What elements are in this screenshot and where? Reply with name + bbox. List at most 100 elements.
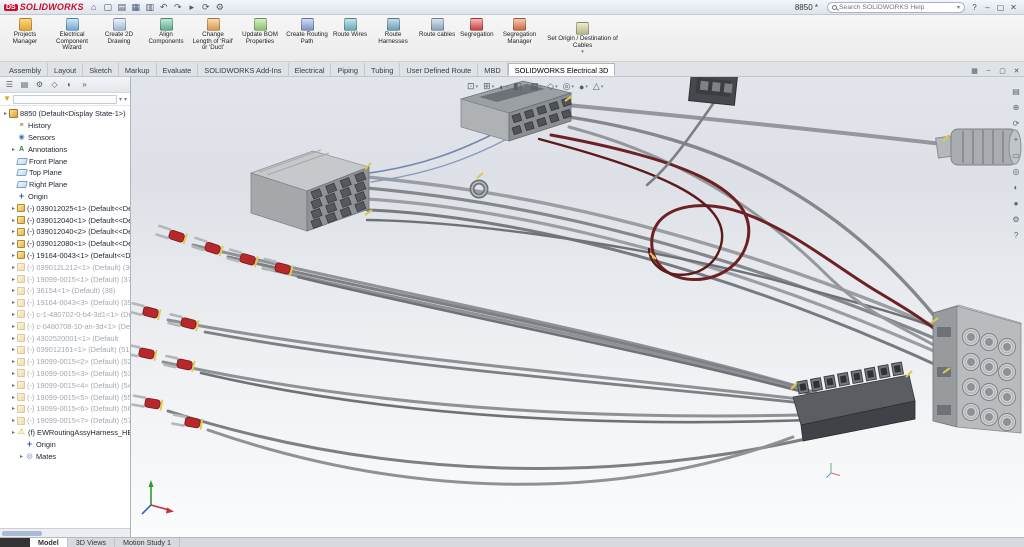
command-tab[interactable]: SOLIDWORKS Electrical 3D — [508, 63, 616, 76]
tree-item[interactable]: (-) 19099-0015<4> (Default) (54) — [2, 379, 130, 391]
tree-expand-icon[interactable] — [10, 276, 17, 283]
tree-item[interactable]: (-) c-0480708-10-an-3d<1> (Default — [2, 320, 130, 332]
minimize-document-icon[interactable]: – — [982, 65, 995, 76]
tree-item[interactable]: Sensors — [2, 132, 130, 144]
edit-appearance-icon[interactable]: ● ▾ — [579, 81, 588, 92]
tree-item[interactable]: (-) 19164-0043<1> (Default<<Defau — [2, 250, 130, 262]
tree-expand-icon[interactable] — [10, 252, 17, 259]
measure-icon[interactable]: ▭ — [1010, 149, 1022, 161]
command-tab[interactable]: MBD — [478, 63, 507, 76]
ribbon-button[interactable]: Route Harnesses — [370, 17, 416, 61]
ribbon-button[interactable]: Segregation Manager — [497, 17, 543, 61]
tree-item[interactable]: Origin — [2, 438, 130, 450]
visibility-icon[interactable]: ◐ — [1010, 181, 1022, 193]
tree-item[interactable]: (-) 36154<1> (Default) (38) — [2, 285, 130, 297]
rotate-view-icon[interactable]: ⟳ — [1010, 117, 1022, 129]
tree-item[interactable]: Mates — [2, 450, 130, 462]
search-dropdown-icon[interactable]: ▾ — [957, 4, 960, 11]
open-icon[interactable]: ▤ — [115, 1, 129, 13]
tree-item[interactable]: (-) 039012161<1> (Default) (51) — [2, 344, 130, 356]
command-tab[interactable]: User Defined Route — [400, 63, 478, 76]
undo-icon[interactable]: ↶ — [157, 1, 171, 13]
propertymanager-tab-icon[interactable]: ▤ — [18, 79, 31, 91]
displaymanager-tab-icon[interactable]: ◐ — [63, 79, 76, 91]
command-tab[interactable]: Evaluate — [157, 63, 199, 76]
tree-item[interactable]: 8850 (Default<Display State-1>) — [2, 108, 130, 120]
ribbon-button[interactable]: Change Length of 'Rail' or 'Duct' — [190, 17, 236, 61]
graphics-area[interactable]: ⊡ ▾ ⊞ ▾ ◐ ▾ ◧ ▾ ▦ — [131, 77, 1024, 537]
tree-item[interactable]: (-) 19099-0015<6> (Default) (56) — [2, 403, 130, 415]
tree-expand-icon[interactable] — [10, 323, 17, 330]
options-icon[interactable]: ⚙ — [213, 1, 227, 13]
ribbon-button[interactable]: Create Routing Path — [284, 17, 330, 61]
zoom-tool-icon[interactable]: ⊕ — [1010, 101, 1022, 113]
tree-item[interactable]: (-) 19164-0043<3> (Default) (39) — [2, 297, 130, 309]
restore-icon[interactable]: ▢ — [994, 1, 1007, 13]
tree-item[interactable]: Annotations — [2, 143, 130, 155]
minimize-icon[interactable]: – — [981, 1, 994, 13]
tree-expand-icon[interactable] — [2, 110, 9, 117]
tree-item[interactable]: (f) EWRoutingAssyHarness_HBG — [2, 427, 130, 439]
tree-expand-icon[interactable] — [10, 264, 17, 271]
3d-model-view[interactable] — [131, 77, 1024, 537]
zoom-fit-icon[interactable]: ⊡ ▾ — [467, 81, 478, 92]
ribbon-button[interactable]: Create 2D Drawing — [96, 17, 142, 61]
search-input[interactable] — [839, 4, 955, 11]
pan-icon[interactable]: + — [1010, 133, 1022, 145]
command-tab[interactable]: Sketch — [83, 63, 119, 76]
document-tab[interactable]: Motion Study 1 — [115, 538, 180, 547]
previous-view-icon[interactable]: ◐ ▾ — [499, 81, 508, 92]
command-tab[interactable]: Tubing — [365, 63, 400, 76]
ribbon-button[interactable]: Set Origin / Destination of Cables ▾ — [544, 17, 622, 61]
command-tab[interactable]: Markup — [119, 63, 157, 76]
tree-expand-icon[interactable] — [10, 405, 17, 412]
print-icon[interactable]: ▥ — [143, 1, 157, 13]
command-tab[interactable]: SOLIDWORKS Add-Ins — [198, 63, 288, 76]
tree-expand-icon[interactable] — [10, 217, 17, 224]
redo-icon[interactable]: ↷ — [171, 1, 185, 13]
command-tab[interactable]: Assembly — [3, 63, 48, 76]
save-icon[interactable]: ▦ — [129, 1, 143, 13]
filter-icon[interactable]: ▼ — [3, 95, 11, 103]
tree-expand-icon[interactable] — [10, 429, 17, 436]
command-tab[interactable]: Electrical — [289, 63, 332, 76]
tree-item[interactable]: (-) 039012040<2> (Default<<Default — [2, 226, 130, 238]
hide-show-items-icon[interactable]: ◎ ▾ — [563, 81, 574, 92]
document-tab[interactable]: Model — [30, 538, 68, 547]
task-help-icon[interactable]: ? — [1010, 229, 1022, 241]
tree-expand-icon[interactable] — [10, 417, 17, 424]
tree-item[interactable]: (-) c-1-480702-0-b4-3d1<1> (Default — [2, 309, 130, 321]
tree-horizontal-scrollbar[interactable] — [0, 528, 130, 537]
tree-expand-icon[interactable] — [10, 335, 17, 342]
close-document-icon[interactable]: ✕ — [1010, 65, 1023, 76]
command-tab[interactable]: Piping — [331, 63, 365, 76]
dimxpertmanager-tab-icon[interactable]: ◇ — [48, 79, 61, 91]
filter-input[interactable] — [13, 95, 117, 104]
rebuild-icon[interactable]: ⟳ — [199, 1, 213, 13]
view-palette-icon[interactable]: ▤ — [1010, 85, 1022, 97]
tree-item[interactable]: (-) 039012025<1> (Default<<Default — [2, 202, 130, 214]
tree-item[interactable]: Front Plane — [2, 155, 130, 167]
ribbon-button[interactable]: Electrical Component Wizard — [49, 17, 95, 61]
section-view-icon[interactable]: ◧ ▾ — [513, 81, 525, 92]
zoom-area-icon[interactable]: ⊞ ▾ — [483, 81, 494, 92]
tree-item[interactable]: (-) 19099-0015<3> (Default) (53) — [2, 368, 130, 380]
tree-expand-icon[interactable] — [10, 346, 17, 353]
tree-expand-icon[interactable] — [10, 394, 17, 401]
expand-tabs-icon[interactable]: » — [78, 79, 91, 91]
tree-expand-icon[interactable] — [10, 146, 17, 153]
tree-expand-icon[interactable] — [10, 370, 17, 377]
ribbon-button[interactable]: Projects Manager — [2, 17, 48, 61]
document-tab[interactable]: 3D Views — [68, 538, 115, 547]
tree-expand-icon[interactable] — [10, 358, 17, 365]
tree-item[interactable]: (-) 4302520001<1> (Default — [2, 332, 130, 344]
tree-item[interactable]: Right Plane — [2, 179, 130, 191]
tree-item[interactable]: (-) 19099-0015<7> (Default) (57) — [2, 415, 130, 427]
tree-expand-icon[interactable] — [10, 287, 17, 294]
view-orientation-icon[interactable]: ▦ ▾ — [530, 81, 542, 92]
tree-item[interactable]: (-) 039012040<1> (Default<<Default — [2, 214, 130, 226]
help-search-box[interactable]: ▾ — [827, 2, 965, 13]
scrollbar-thumb[interactable] — [2, 531, 42, 536]
select-icon[interactable]: ▸ — [185, 1, 199, 13]
viewport-layout-icon[interactable]: ▦ — [968, 65, 981, 76]
